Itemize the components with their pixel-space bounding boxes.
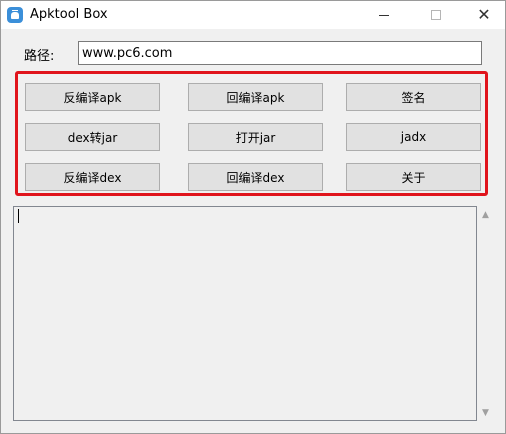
path-input[interactable] (78, 41, 482, 65)
close-button[interactable]: ✕ (467, 1, 501, 29)
about-button[interactable]: 关于 (346, 163, 481, 191)
path-label: 路径: (24, 49, 55, 64)
window-title: Apktool Box (30, 7, 108, 22)
recompile-dex-button[interactable]: 回编译dex (188, 163, 323, 191)
sign-button[interactable]: 签名 (346, 83, 481, 111)
dex-to-jar-button[interactable]: dex转jar (25, 123, 160, 151)
recompile-apk-button[interactable]: 回编译apk (188, 83, 323, 111)
scroll-up-icon[interactable]: ▲ (477, 206, 494, 223)
android-icon (7, 7, 23, 23)
maximize-icon (431, 10, 441, 20)
text-caret (18, 209, 19, 223)
maximize-button[interactable] (419, 1, 453, 29)
close-icon: ✕ (477, 5, 491, 24)
minimize-button[interactable] (367, 1, 401, 29)
jadx-button[interactable]: jadx (346, 123, 481, 151)
log-output[interactable] (13, 206, 477, 421)
decompile-apk-button[interactable]: 反编译apk (25, 83, 160, 111)
scroll-down-icon[interactable]: ▼ (477, 404, 494, 421)
open-jar-button[interactable]: 打开jar (188, 123, 323, 151)
app-window: Apktool Box ✕ 路径: 反编译apk 回编译apk 签名 dex转j… (0, 0, 506, 434)
decompile-dex-button[interactable]: 反编译dex (25, 163, 160, 191)
minimize-icon (379, 14, 389, 16)
title-bar[interactable]: Apktool Box ✕ (1, 1, 505, 29)
log-scrollbar[interactable]: ▲ ▼ (477, 206, 494, 421)
